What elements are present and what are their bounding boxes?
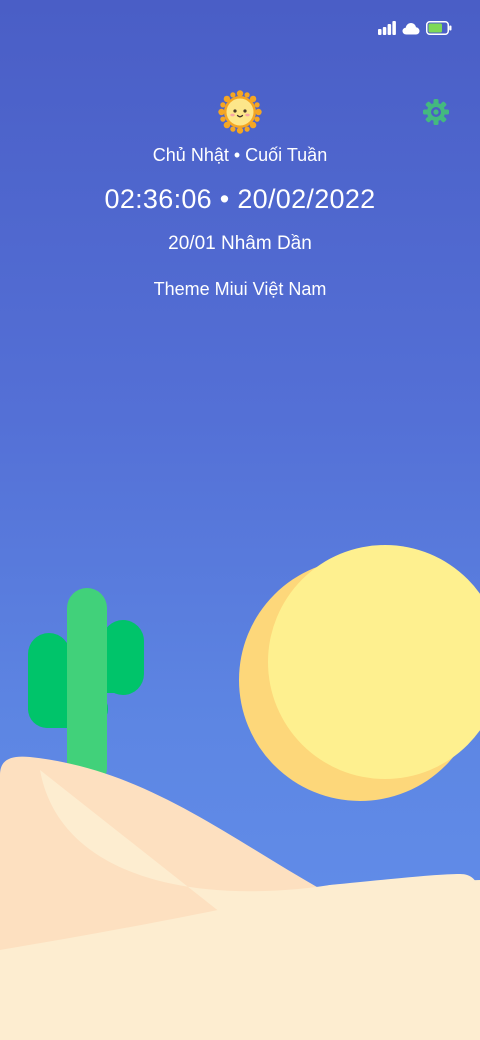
time-date-label: 02:36:06 • 20/02/2022 — [104, 184, 376, 214]
signal-bars-icon — [378, 21, 396, 35]
gear-icon[interactable] — [422, 98, 450, 126]
wallpaper-cactus — [28, 588, 144, 788]
wallpaper-sun — [239, 545, 480, 801]
cloud-icon — [402, 22, 420, 34]
theme-brand-label: Theme Miui Việt Nam — [153, 279, 327, 299]
status-bar — [378, 18, 452, 38]
battery-icon — [426, 21, 452, 35]
smiling-sun-icon — [218, 90, 262, 134]
day-of-week-label: Chủ Nhật • Cuối Tuần — [152, 145, 328, 165]
lunar-date-label: 20/01 Nhâm Dần — [168, 233, 312, 254]
wallpaper-dunes — [0, 756, 480, 1040]
